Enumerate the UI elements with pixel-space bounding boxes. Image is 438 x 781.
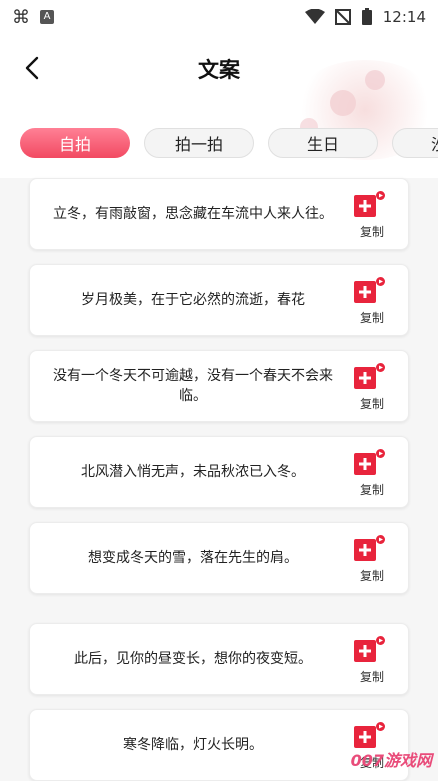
copy-icon bbox=[354, 636, 385, 662]
copy-icon bbox=[354, 363, 385, 389]
copy-icon bbox=[354, 277, 385, 303]
list-item: 想变成冬天的雪，落在先生的肩。 复制 bbox=[29, 522, 409, 594]
tab-pat[interactable]: 拍一拍 bbox=[144, 128, 254, 158]
caption-text: 北风潜入悄无声，未品秋浓已入冬。 bbox=[81, 464, 305, 480]
copy-label: 复制 bbox=[359, 225, 384, 239]
copy-button[interactable]: 复制 bbox=[352, 447, 392, 501]
battery-icon bbox=[361, 8, 372, 25]
no-signal-icon bbox=[334, 9, 351, 25]
tab-funny[interactable]: 沙雕 bbox=[392, 128, 438, 158]
list-item: 没有一个冬天不可逾越，没有一个春天不会来临。 复制 bbox=[29, 350, 409, 422]
copy-icon bbox=[354, 535, 385, 561]
list-item: 北风潜入悄无声，未品秋浓已入冬。 复制 bbox=[29, 436, 409, 508]
copy-icon bbox=[354, 191, 385, 217]
page-title: 文案 bbox=[198, 58, 240, 82]
copy-label: 复制 bbox=[359, 569, 384, 583]
copy-icon bbox=[354, 449, 385, 475]
copy-button[interactable]: 复制 bbox=[352, 189, 392, 243]
wifi-icon bbox=[304, 9, 325, 24]
copy-button[interactable]: 复制 bbox=[352, 275, 392, 329]
status-time: 12:14 bbox=[382, 8, 426, 26]
caption-text: 立冬，有雨敲窗，思念藏在车流中人来人往。 bbox=[53, 206, 333, 222]
copy-button[interactable]: 复制 bbox=[352, 634, 392, 688]
copy-label: 复制 bbox=[359, 483, 384, 497]
list-item: 岁月极美，在于它必然的流逝，春花 复制 bbox=[29, 264, 409, 336]
caption-text: 没有一个冬天不可逾越，没有一个春天不会来临。 bbox=[53, 368, 333, 404]
copy-label: 复制 bbox=[359, 397, 384, 411]
copy-button[interactable]: 复制 bbox=[352, 361, 392, 415]
tab-birthday[interactable]: 生日 bbox=[268, 128, 378, 158]
list-item: 立冬，有雨敲窗，思念藏在车流中人来人往。 复制 bbox=[29, 178, 409, 250]
category-tabs: 自拍 拍一拍 生日 沙雕 bbox=[20, 128, 438, 160]
list-item: 此后，见你的昼变长，想你的夜变短。 复制 bbox=[29, 623, 409, 695]
caption-text: 寒冬降临，灯火长明。 bbox=[123, 737, 263, 753]
copy-button[interactable]: 复制 bbox=[352, 533, 392, 587]
caption-text: 岁月极美，在于它必然的流逝，春花 bbox=[81, 292, 305, 308]
copy-label: 复制 bbox=[359, 311, 384, 325]
tab-selfie[interactable]: 自拍 bbox=[20, 128, 130, 158]
caption-text: 此后，见你的昼变长，想你的夜变短。 bbox=[74, 651, 312, 667]
app-notification-icon: ⌘ bbox=[12, 6, 30, 28]
status-bar: ⌘ A 12:14 bbox=[0, 0, 438, 34]
copy-label: 复制 bbox=[359, 670, 384, 684]
header: 文案 bbox=[0, 40, 438, 96]
keyboard-notification-icon: A bbox=[40, 10, 54, 24]
site-watermark: 007游戏网 bbox=[350, 751, 432, 770]
caption-text: 想变成冬天的雪，落在先生的肩。 bbox=[88, 550, 298, 566]
